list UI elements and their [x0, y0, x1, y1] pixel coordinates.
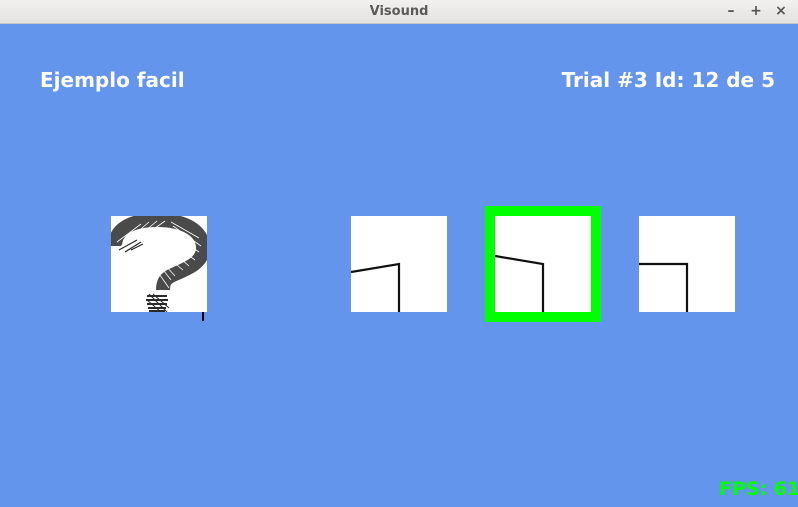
- title-bar[interactable]: Visound – + ×: [0, 0, 798, 24]
- trial-counter: Trial #3 Id: 12 de 5: [561, 68, 775, 92]
- minimize-button[interactable]: –: [723, 3, 739, 19]
- example-label: Ejemplo facil: [40, 68, 185, 92]
- app-window: Visound – + × Ejemplo facil Trial #3 Id:…: [0, 0, 798, 507]
- option-card-1[interactable]: [351, 216, 447, 312]
- close-button[interactable]: ×: [773, 3, 789, 19]
- option-card-2[interactable]: [495, 216, 591, 312]
- tick-mark: [202, 312, 204, 321]
- question-card: [111, 216, 207, 312]
- angle-shape-1-icon: [351, 262, 401, 312]
- option-card-3[interactable]: [639, 216, 735, 312]
- question-mark-sketch-icon: [111, 216, 207, 312]
- angle-shape-2-icon: [495, 254, 545, 312]
- window-title: Visound: [369, 4, 429, 19]
- fps-counter: FPS: 61: [719, 478, 798, 500]
- angle-shape-3-icon: [639, 262, 689, 312]
- maximize-button[interactable]: +: [748, 3, 764, 19]
